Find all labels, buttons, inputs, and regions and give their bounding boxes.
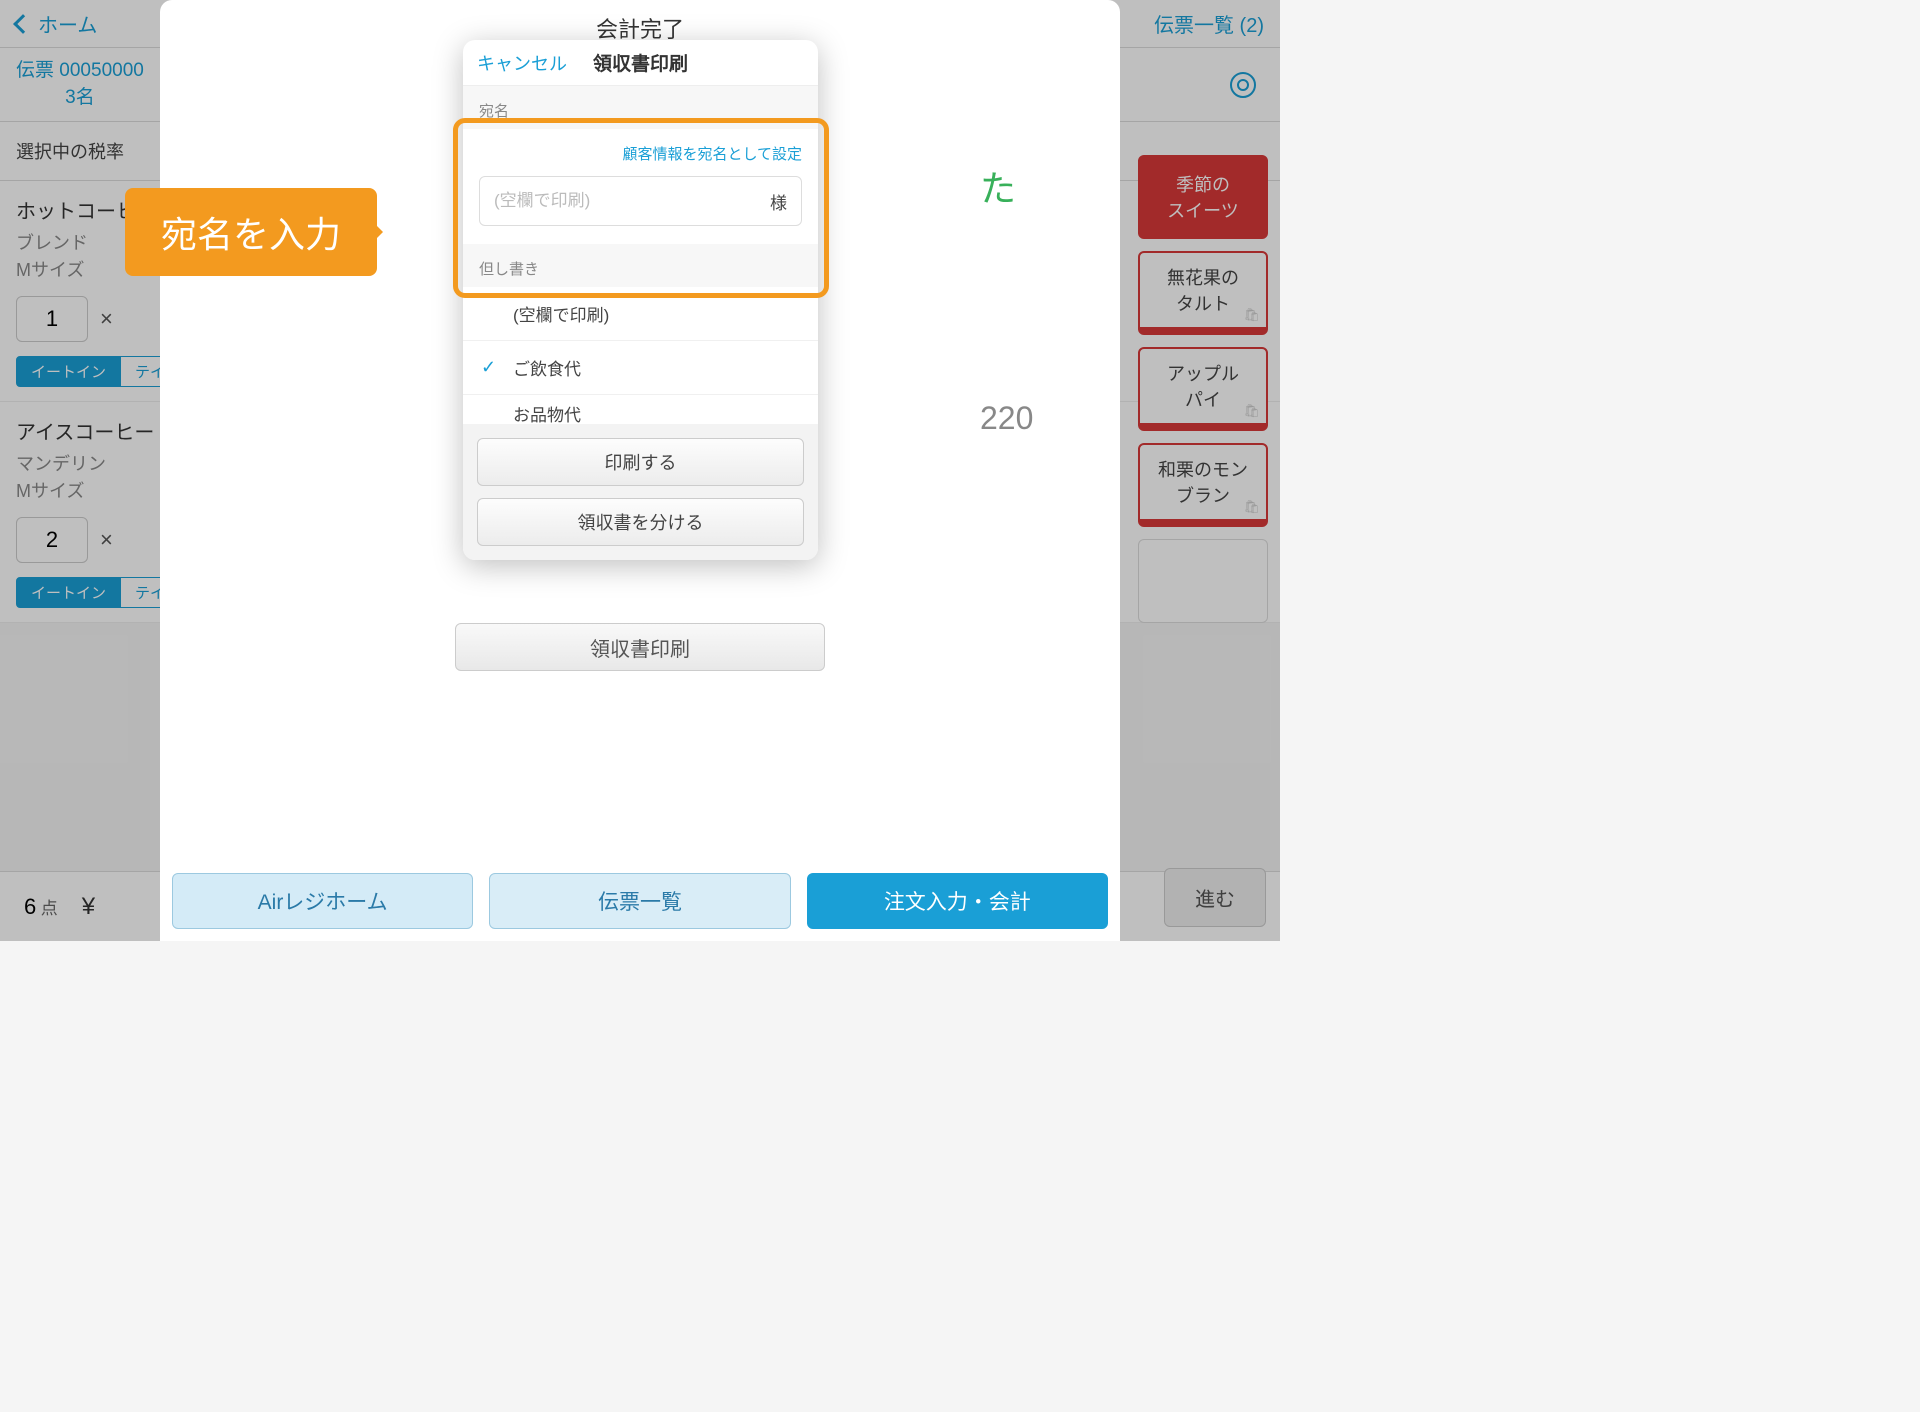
print-button[interactable]: 印刷する (477, 438, 804, 486)
modal-title: 会計完了 (160, 0, 1120, 44)
order-entry-button[interactable]: 注文入力・会計 (807, 873, 1108, 929)
check-icon: ✓ (481, 357, 496, 378)
sama-suffix: 様 (770, 189, 787, 214)
receipt-print-button[interactable]: 領収書印刷 (455, 623, 825, 671)
receipt-modal-title: 領収書印刷 (593, 49, 688, 76)
deposit-amount: 220 (980, 400, 1033, 437)
proviso-option-blank[interactable]: (空欄で印刷) (463, 287, 818, 340)
tutorial-callout: 宛名を入力 (125, 188, 377, 276)
proviso-option-goods[interactable]: お品物代 (463, 394, 818, 424)
airregi-home-button[interactable]: Airレジホーム (172, 873, 473, 929)
complete-message: た (980, 160, 1016, 212)
proviso-option-food[interactable]: ✓ ご飲食代 (463, 340, 818, 394)
slip-list-button-footer[interactable]: 伝票一覧 (489, 873, 790, 929)
addressee-input[interactable] (494, 191, 762, 211)
set-customer-link[interactable]: 顧客情報を宛名として設定 (479, 129, 802, 176)
addressee-section-label: 宛名 (463, 86, 818, 129)
split-receipt-button[interactable]: 領収書を分ける (477, 498, 804, 546)
cancel-button[interactable]: キャンセル (477, 50, 567, 76)
receipt-print-modal: キャンセル 領収書印刷 宛名 顧客情報を宛名として設定 様 但し書き (空欄で印… (463, 40, 818, 560)
addressee-input-wrap[interactable]: 様 (479, 176, 802, 226)
proviso-section-label: 但し書き (463, 244, 818, 287)
